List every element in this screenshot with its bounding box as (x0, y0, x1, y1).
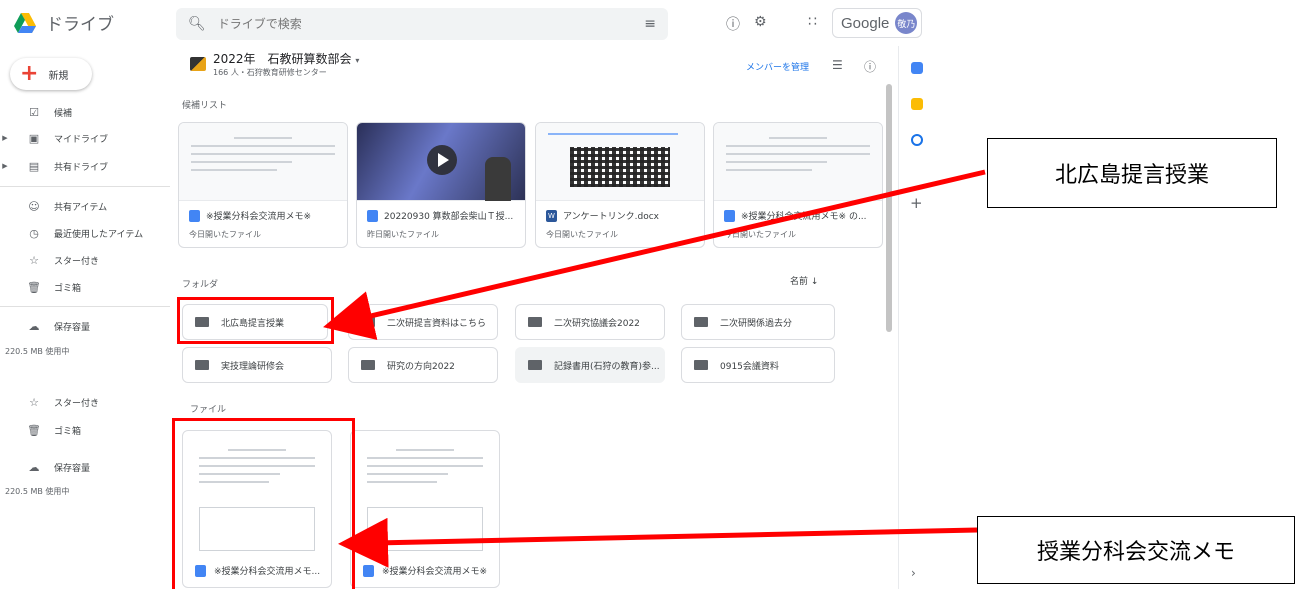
callout-file: 授業分科会交流メモ (977, 516, 1295, 584)
callout-folder: 北広島提言授業 (987, 138, 1277, 208)
arrow-to-file (338, 517, 978, 568)
arrow-to-folder (323, 169, 986, 341)
annotation-arrows (323, 169, 986, 568)
